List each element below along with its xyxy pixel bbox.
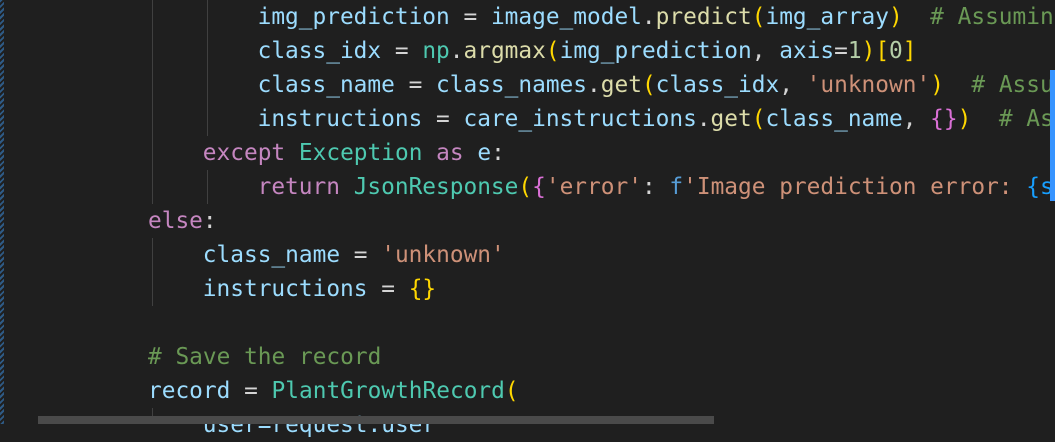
code-token: { [532,174,546,200]
code-token: = [834,38,848,64]
code-token: ) [930,72,944,98]
code-token: ) [861,38,876,64]
code-token: ) [957,106,972,132]
code-token: : [491,140,505,166]
code-token: argmax [463,38,546,64]
code-token: f [669,174,684,200]
code-token: ( [504,378,519,404]
code-token: img_prediction [559,38,752,64]
code-token: = [230,378,272,404]
code-line[interactable]: user=request.user [203,408,436,442]
code-token: axis [779,38,835,64]
code-token: img_array [765,4,889,30]
code-token: Exception [298,140,423,166]
code-token: = [367,276,409,302]
code-token: , [779,72,807,98]
code-token: class_name [765,106,903,132]
code-token: ( [751,106,766,132]
code-token: : [202,208,217,234]
code-line[interactable]: return JsonResponse({'error': f'Image pr… [258,170,1054,204]
indent-guide [152,0,153,204]
code-editor[interactable]: img_prediction = image_model.predict(img… [0,0,1055,438]
code-token: care_instructions [463,106,697,132]
code-token: . [641,4,656,30]
code-token: return [257,174,340,200]
code-token: [ [875,38,890,64]
code-token: = [340,242,382,268]
code-token: 'unknown' [381,242,505,268]
indent-guide [207,170,208,204]
code-token: # Save the record [148,344,382,370]
code-token: else [148,208,203,234]
code-token: 0 [889,38,903,64]
code-token: 1 [847,38,862,64]
code-token: instructions [202,276,368,302]
code-token: } [422,276,437,302]
code-token: { [930,106,944,132]
code-token: 'Image prediction error: [683,174,1027,200]
code-token: ( [518,174,533,200]
code-token: PlantGrowthRecord [271,378,505,404]
code-token: instructions [257,106,423,132]
code-token: , [751,38,780,64]
code-token: get [600,72,642,98]
indent-guide [207,0,208,136]
code-line[interactable]: # Save the record [148,340,381,374]
code-token: e [477,140,492,166]
horizontal-scrollbar[interactable] [38,416,714,424]
code-line[interactable]: class_idx = np.argmax(img_prediction, ax… [258,34,917,68]
code-line[interactable]: record = PlantGrowthRecord( [148,374,519,408]
code-token: : [641,174,670,200]
code-token: { [408,276,423,302]
indent-guide [152,238,153,306]
code-token: . [449,38,464,64]
code-token: class_name [257,72,395,98]
code-token: , [902,106,931,132]
code-token: get [710,106,752,132]
code-token: predict [655,4,752,30]
code-token: # Assumin [902,4,1054,30]
code-line[interactable]: else: [148,204,217,238]
code-token: class_idx [655,72,780,98]
code-line[interactable]: except Exception as e: [203,136,505,170]
code-token: as [436,140,464,166]
code-line[interactable]: img_prediction = image_model.predict(img… [258,0,1054,34]
code-token: # As [971,106,1054,132]
code-line[interactable]: instructions = care_instructions.get(cla… [258,102,1054,136]
code-token: = [394,72,437,98]
code-line[interactable]: class_name = 'unknown' [203,238,505,272]
code-token: . [587,72,601,98]
code-token: = [449,4,491,30]
code-token: class_idx [257,38,382,64]
code-token: ( [751,4,766,30]
code-token: 'unknown' [806,72,931,98]
code-token: image_model [490,4,642,30]
code-token: 'error' [545,174,642,200]
code-token: . [696,106,711,132]
code-token: ( [545,38,560,64]
code-token: class_names [436,72,588,98]
code-token: ( [641,72,656,98]
code-token: # Assu [943,72,1054,98]
code-token: np [422,38,450,64]
code-token: } [943,106,958,132]
code-token: = [422,106,464,132]
code-token: record [148,378,231,404]
code-token: JsonResponse [353,174,519,200]
code-token: class_name [202,242,341,268]
overview-ruler-marker [1050,70,1055,201]
code-token: except [202,140,286,166]
code-line[interactable]: class_name = class_names.get(class_idx, … [258,68,1054,102]
code-token: ) [889,4,903,30]
code-token: = [381,38,423,64]
code-token: img_prediction [257,4,450,30]
code-token: ] [902,38,917,64]
code-line[interactable]: instructions = {} [203,272,436,306]
